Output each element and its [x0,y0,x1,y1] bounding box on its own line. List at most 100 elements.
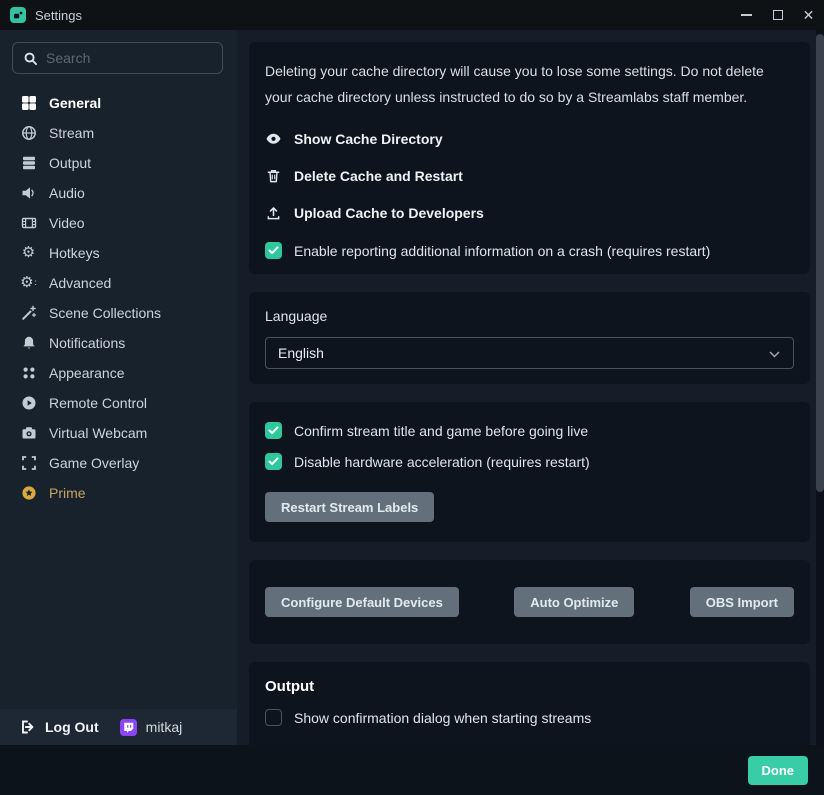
window-title: Settings [35,8,82,23]
trash-icon [265,168,282,184]
film-icon [20,215,37,231]
sidebar-item-appearance[interactable]: Appearance [0,358,237,388]
language-select[interactable]: English [265,337,794,369]
sidebar-nav: General Stream Output Audio Video [0,80,237,709]
logout-button[interactable]: Log Out [45,719,99,735]
sidebar-item-label: Virtual Webcam [49,425,147,441]
maximize-icon [773,10,783,20]
delete-cache-button[interactable]: Delete Cache and Restart [265,168,794,184]
checkbox-label: Disable hardware acceleration (requires … [294,454,590,470]
stream-options-card: Confirm stream title and game before goi… [249,402,810,542]
obs-import-button[interactable]: OBS Import [690,587,794,617]
search-box[interactable] [12,42,223,74]
disable-hw-accel-checkbox-row[interactable]: Disable hardware acceleration (requires … [265,453,794,470]
globe-icon [20,125,37,141]
sidebar-item-audio[interactable]: Audio [0,178,237,208]
sidebar-item-label: Game Overlay [49,455,139,471]
minimize-icon [741,14,752,16]
sidebar-item-label: Audio [49,185,85,201]
sidebar-item-hotkeys[interactable]: ⚙ Hotkeys [0,238,237,268]
logged-in-username: mitkaj [146,719,183,735]
cache-card: Deleting your cache directory will cause… [249,42,810,274]
confirm-stream-title-checkbox-row[interactable]: Confirm stream title and game before goi… [265,422,794,439]
chevron-down-icon [769,351,780,358]
tools-card: Configure Default Devices Auto Optimize … [249,560,810,644]
sidebar-item-advanced[interactable]: ⚙∶ Advanced [0,268,237,298]
action-label: Show Cache Directory [294,131,443,147]
checkbox-unchecked-icon[interactable] [265,709,282,726]
prime-badge-icon [20,485,37,501]
corner-brackets-icon [20,455,37,471]
checkbox-checked-icon[interactable] [265,422,282,439]
show-confirmation-checkbox-row[interactable]: Show confirmation dialog when starting s… [265,709,794,726]
maximize-button[interactable] [762,0,793,30]
dots-grid-icon [20,365,37,381]
sidebar-item-label: Output [49,155,91,171]
search-icon [23,51,38,66]
twitch-icon [120,719,137,736]
eye-icon [265,132,282,146]
layers-icon [20,155,37,171]
sidebar-item-label: Appearance [49,365,125,381]
gear-icon: ⚙ [20,245,37,261]
output-section-heading: Output [265,678,794,695]
language-label: Language [265,308,794,324]
show-cache-directory-button[interactable]: Show Cache Directory [265,131,794,147]
auto-optimize-button[interactable]: Auto Optimize [514,587,634,617]
action-label: Upload Cache to Developers [294,205,484,221]
sidebar-item-label: Advanced [49,275,111,291]
crash-report-checkbox-row[interactable]: Enable reporting additional information … [265,242,794,259]
restart-stream-labels-button[interactable]: Restart Stream Labels [265,492,434,522]
output-card: Output Show confirmation dialog when sta… [249,662,810,745]
done-button[interactable]: Done [748,756,809,785]
checkbox-checked-icon[interactable] [265,242,282,259]
sidebar-item-scene-collections[interactable]: Scene Collections [0,298,237,328]
upload-icon [265,205,282,221]
sidebar-item-label: Video [49,215,85,231]
settings-content: Deleting your cache directory will cause… [237,30,824,745]
close-button[interactable]: ✕ [793,0,824,30]
upload-cache-button[interactable]: Upload Cache to Developers [265,205,794,221]
sidebar-item-label: Notifications [49,335,125,351]
window-footer: Done [0,745,824,795]
sidebar-item-general[interactable]: General [0,88,237,118]
gears-icon: ⚙∶ [20,275,37,291]
sidebar-item-video[interactable]: Video [0,208,237,238]
titlebar: Settings ✕ [0,0,824,30]
sidebar-item-label: Prime [49,485,86,501]
language-card: Language English [249,292,810,384]
checkbox-label: Confirm stream title and game before goi… [294,423,588,439]
bell-icon [20,335,37,351]
sidebar-item-virtual-webcam[interactable]: Virtual Webcam [0,418,237,448]
close-icon: ✕ [803,8,815,22]
minimize-button[interactable] [731,0,762,30]
camera-icon [20,425,37,441]
settings-sidebar: General Stream Output Audio Video [0,30,237,745]
language-selected-value: English [278,345,324,361]
sidebar-item-label: Scene Collections [49,305,161,321]
checkbox-label: Show confirmation dialog when starting s… [294,710,591,726]
sidebar-item-stream[interactable]: Stream [0,118,237,148]
sidebar-item-remote-control[interactable]: Remote Control [0,388,237,418]
configure-default-devices-button[interactable]: Configure Default Devices [265,587,459,617]
grid-icon [20,95,37,111]
sidebar-item-game-overlay[interactable]: Game Overlay [0,448,237,478]
checkbox-checked-icon[interactable] [265,453,282,470]
play-circle-icon [20,395,37,411]
sidebar-item-label: Remote Control [49,395,147,411]
sidebar-item-label: Stream [49,125,94,141]
settings-window: Settings ✕ General Strea [0,0,824,795]
streamlabs-app-icon [10,7,26,23]
logout-icon [20,719,36,735]
scrollbar-track[interactable] [816,30,824,745]
sidebar-item-label: Hotkeys [49,245,100,261]
search-input[interactable] [46,50,212,66]
action-label: Delete Cache and Restart [294,168,463,184]
sidebar-footer: Log Out mitkaj [0,709,237,745]
sidebar-item-prime[interactable]: Prime [0,478,237,508]
sidebar-item-notifications[interactable]: Notifications [0,328,237,358]
speaker-icon [20,185,37,201]
cache-warning-text: Deleting your cache directory will cause… [265,58,794,110]
scrollbar-thumb[interactable] [816,34,824,492]
sidebar-item-output[interactable]: Output [0,148,237,178]
